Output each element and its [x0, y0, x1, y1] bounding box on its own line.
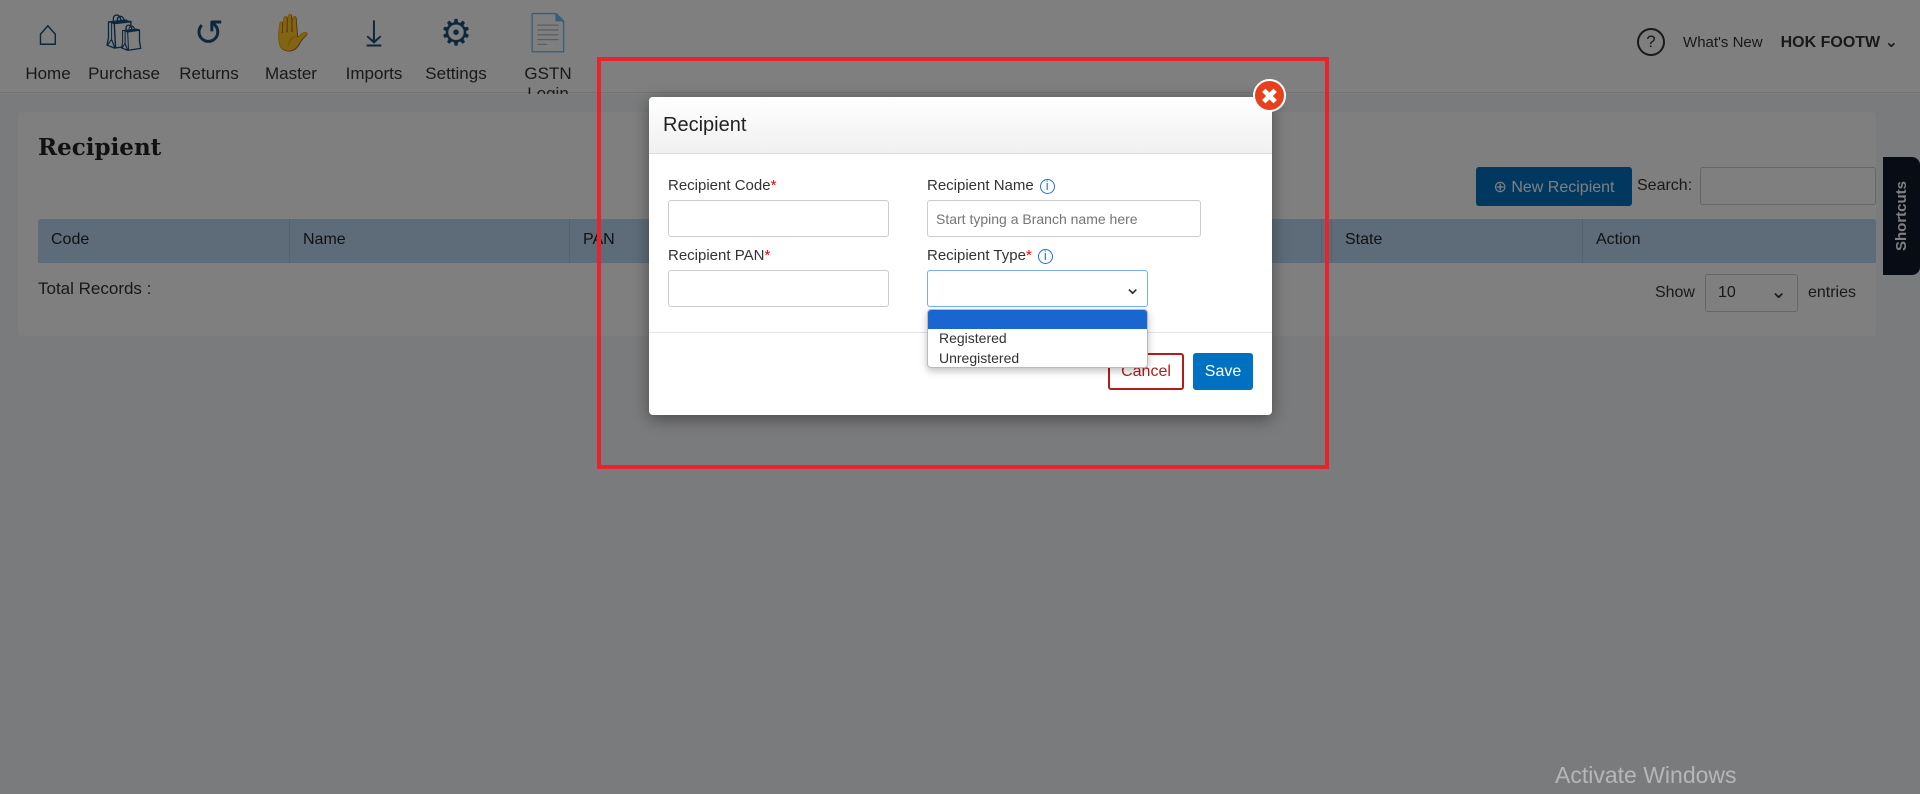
dialog-title: Recipient	[649, 97, 1272, 154]
required-marker: *	[1025, 247, 1032, 264]
option-empty[interactable]	[928, 310, 1147, 329]
recipient-code-input[interactable]	[668, 200, 889, 237]
info-icon[interactable]: i	[1037, 249, 1053, 264]
recipient-pan-label: Recipient PAN*	[668, 247, 771, 264]
windows-watermark: Activate Windows	[1555, 762, 1737, 788]
recipient-type-select[interactable]: ⌄	[927, 270, 1148, 307]
chevron-down-icon: ⌄	[1124, 277, 1141, 299]
recipient-name-label: Recipient Name i	[927, 177, 1055, 194]
required-marker: *	[764, 247, 771, 264]
recipient-pan-input[interactable]	[668, 270, 889, 307]
recipient-type-label: Recipient Type* i	[927, 247, 1053, 264]
required-marker: *	[770, 177, 777, 194]
option-unregistered[interactable]: Unregistered	[928, 349, 1147, 367]
save-button[interactable]: Save	[1193, 353, 1253, 390]
close-icon[interactable]: ✖	[1253, 79, 1286, 112]
recipient-dialog: Recipient Recipient Code* Recipient Name…	[649, 97, 1272, 415]
recipient-type-options: Registered Unregistered	[927, 309, 1148, 368]
recipient-code-label: Recipient Code*	[668, 177, 777, 194]
recipient-name-input[interactable]	[927, 200, 1201, 237]
option-registered[interactable]: Registered	[928, 329, 1147, 349]
info-icon[interactable]: i	[1039, 179, 1055, 194]
